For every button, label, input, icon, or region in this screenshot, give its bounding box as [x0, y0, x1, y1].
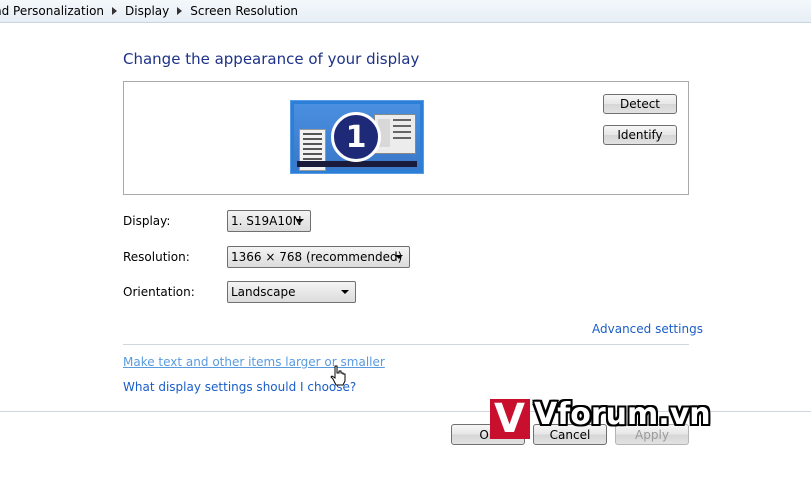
monitor-number-badge: 1: [331, 112, 381, 162]
vforum-logo-letter: V: [494, 396, 525, 442]
hand-cursor-icon: [330, 365, 346, 386]
breadcrumb-item-screen-resolution: Screen Resolution: [190, 4, 299, 18]
watermark: V Vforum.vn: [490, 397, 810, 443]
detect-button[interactable]: Detect: [603, 94, 677, 114]
breadcrumb-item-display[interactable]: Display: [125, 4, 175, 18]
monitor-1-icon[interactable]: 1: [290, 100, 424, 174]
display-select[interactable]: 1. S19A10N: [227, 210, 311, 232]
display-label: Display:: [123, 214, 171, 228]
orientation-label: Orientation:: [123, 285, 195, 299]
resolution-select-value: 1366 × 768 (recommended): [231, 250, 403, 264]
watermark-text: Vforum.vn: [534, 397, 711, 432]
resolution-label: Resolution:: [123, 250, 190, 264]
chevron-right-icon[interactable]: [177, 7, 183, 15]
identify-button[interactable]: Identify: [603, 125, 677, 145]
resolution-select[interactable]: 1366 × 768 (recommended): [227, 246, 410, 268]
advanced-settings-link[interactable]: Advanced settings: [592, 322, 703, 336]
chevron-right-icon[interactable]: [112, 7, 118, 15]
page-title: Change the appearance of your display: [123, 50, 420, 68]
breadcrumb-item-personalization[interactable]: nd Personalization: [0, 4, 110, 18]
display-help-link[interactable]: What display settings should I choose?: [123, 380, 356, 394]
divider: [123, 344, 689, 345]
orientation-select[interactable]: Landscape: [227, 281, 356, 303]
chevron-down-icon: [341, 290, 349, 294]
breadcrumb: nd Personalization Display Screen Resolu…: [0, 0, 811, 23]
orientation-select-value: Landscape: [231, 285, 296, 299]
display-select-value: 1. S19A10N: [231, 214, 302, 228]
vforum-logo-icon: V: [490, 399, 530, 439]
chevron-down-icon: [296, 219, 304, 223]
chevron-down-icon: [395, 255, 403, 259]
